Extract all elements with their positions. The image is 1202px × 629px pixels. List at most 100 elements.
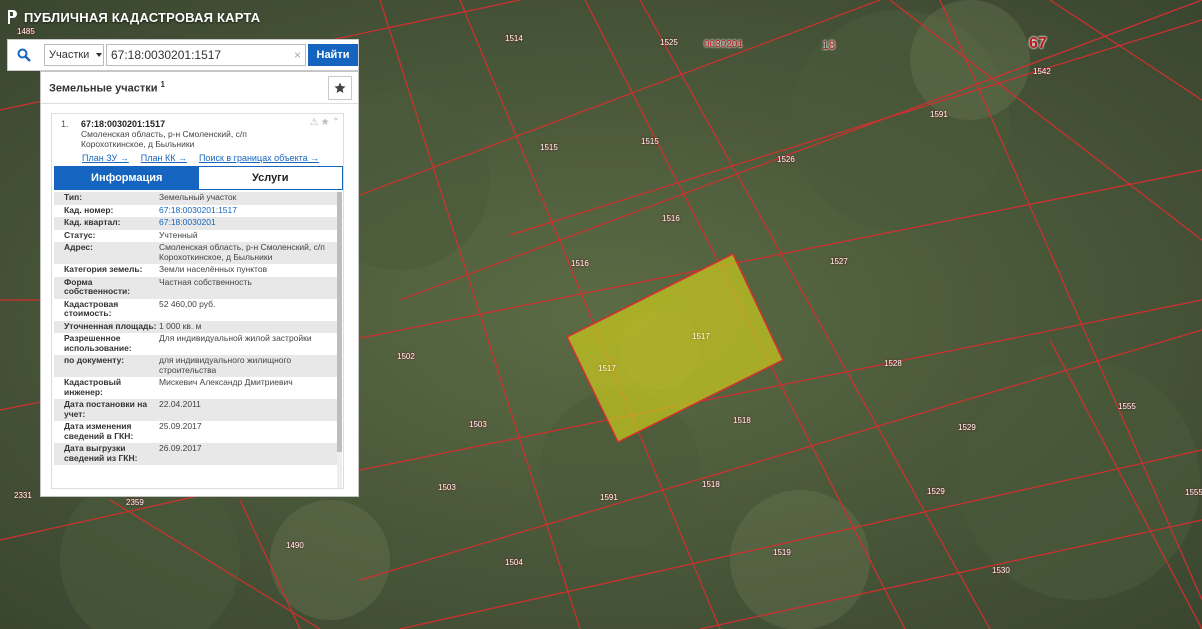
attribute-value: 25.09.2017 [159,421,202,431]
district-label: 18 [822,38,836,52]
attribute-row: Уточненная площадь: 1 000 кв. м [54,320,339,333]
attribute-row: Кад. квартал: 67:18:0030201 [54,217,339,230]
attribute-key: Кад. квартал: [64,217,121,227]
plan-kk-link[interactable]: План КК → [141,153,187,163]
object-type-value: Участки [49,49,90,61]
attribute-value: Для индивидуальной жилой застройки [159,333,312,343]
attribute-key: Дата изменения сведений в ГКН: [64,421,134,441]
result-card-header: 1. 67:18:0030201:1517 Смоленская область… [52,114,343,170]
parcel-label: 1555 [1185,488,1202,497]
attribute-row: Разрешенное использование: Для индивидуал… [54,333,339,355]
parcel-label: 1516 [662,214,680,223]
attribute-key: Форма собственности: [64,276,131,296]
search-bar: Участки 67:18:0030201:1517 × Найти [7,39,359,71]
parcel-label: 1514 [505,34,523,43]
selected-parcel-label: 1517 [598,364,616,373]
search-icon [17,48,31,62]
parcel-label: 2359 [126,498,144,507]
item-number: 1. [61,119,69,129]
attribute-value: 52 460,00 руб. [159,298,216,309]
quarter-label: 0030201 [704,39,743,50]
parcel-label: 1527 [830,257,848,266]
scrollbar[interactable] [337,192,342,488]
parcel-label: 1526 [777,155,795,164]
attribute-row: Дата выгрузки сведений из ГКН: 26.09.2017 [54,443,339,465]
attribute-row: Адрес: Смоленская область, р-н Смоленский… [54,242,339,264]
parcel-label: 1530 [992,566,1010,575]
search-input[interactable]: 67:18:0030201:1517 × [106,44,306,66]
attribute-key: Дата постановки на учет: [64,399,148,419]
search-in-bounds-link[interactable]: Поиск в границах объекта → [199,153,319,163]
attribute-key: Тип: [64,192,83,202]
tab-services[interactable]: Услуги [198,167,342,189]
result-card: 1. 67:18:0030201:1517 Смоленская область… [51,113,344,489]
parcel-label: 1525 [660,38,678,47]
attribute-value: Земли населённых пунктов [159,264,268,274]
attribute-row: Статус: Учтенный [54,230,339,243]
star-icon[interactable]: ★ [321,117,330,128]
parcel-label: 1490 [286,541,304,550]
cadastral-number[interactable]: 67:18:0030201:1517 [81,119,165,129]
attribute-value: Земельный участок [159,192,237,202]
parcel-label: 1542 [1033,67,1051,76]
attribute-row: Тип: Земельный участок [54,192,339,205]
card-actions: ⚠ ★ ⌃ [310,117,340,128]
attribute-key: Кад. номер: [64,204,114,215]
parcel-label: 1529 [927,487,945,496]
parcel-label: 1518 [733,416,751,425]
attribute-value[interactable]: 67:18:0030201 [159,217,339,228]
clear-icon[interactable]: × [294,48,301,62]
attribute-value: Учтенный [159,229,198,240]
app-title: ПУБЛИЧНАЯ КАДАСТРОВАЯ КАРТА [24,9,261,25]
plan-zu-link[interactable]: План ЗУ → [82,153,129,163]
attribute-row: Форма собственности: Частная собственност… [54,276,339,299]
search-toggle[interactable] [8,40,40,70]
chevron-down-icon [96,53,103,57]
scrollbar-thumb[interactable] [337,192,342,452]
parcel-label: 1529 [958,423,976,432]
result-address: Смоленская область, р-н Смоленский, с/п … [81,129,247,149]
panel-title: Земельные участки 1 [49,80,165,95]
parcel-label: 1503 [438,483,456,492]
attribute-key: Адрес: [64,242,93,252]
chevron-up-icon[interactable]: ⌃ [332,117,340,128]
attribute-row: Дата постановки на учет: 22.04.2011 [54,399,339,421]
parcel-label: 1503 [469,420,487,429]
attribute-key: по документу: [64,355,125,365]
attribute-row: Кадастровая стоимость: 52 460,00 руб. [54,299,339,321]
parcel-label: 1515 [641,137,659,146]
star-icon [334,82,346,93]
results-panel: Земельные участки 1 1. 67:18:0030201:151… [40,71,359,497]
parcel-label: 1555 [1118,402,1136,411]
attribute-value: 1 000 кв. м [159,320,202,331]
parcel-label: 2331 [14,491,32,500]
attribute-value: 26.09.2017 [159,443,202,453]
attribute-value[interactable]: 67:18:0030201:1517 [159,205,339,216]
attribute-row: Категория земель: Земли населённых пункто… [54,264,339,277]
region-label: 67 [1029,35,1047,52]
parcel-label: 1504 [505,558,523,567]
tab-information[interactable]: Информация [55,167,199,189]
results-count: 1 [160,80,165,90]
attribute-value: Мискевич Александр Дмитриевич [159,377,293,387]
object-links: План ЗУ → План КК → Поиск в границах объ… [82,153,319,163]
attribute-value: 22.04.2011 [159,399,201,409]
object-type-select[interactable]: Участки [44,44,104,66]
attribute-value: для индивидуального жилищного строительс… [159,355,292,375]
attribute-table: Тип: Земельный участок Кад. номер: 67:18:00… [54,192,339,465]
panel-header: Земельные участки 1 [41,72,358,104]
attribute-row: Кад. номер: 67:18:0030201:1517 [54,205,339,218]
warning-icon[interactable]: ⚠ [310,117,319,128]
favorite-button[interactable] [328,75,352,100]
selected-parcel-label: 1517 [692,332,710,341]
find-button[interactable]: Найти [308,44,358,66]
parcel-label: 1519 [773,548,791,557]
parcel-label: 1591 [600,493,618,502]
attribute-key: Статус: [64,229,96,240]
parcel-label: 1528 [884,359,902,368]
parcel-label: 1485 [17,27,35,36]
parcel-label: 1516 [571,259,589,268]
attribute-key: Кадастровый инженер: [64,377,122,397]
attribute-row: Дата изменения сведений в ГКН: 25.09.2017 [54,421,339,443]
attribute-value: Частная собственность [159,276,252,287]
